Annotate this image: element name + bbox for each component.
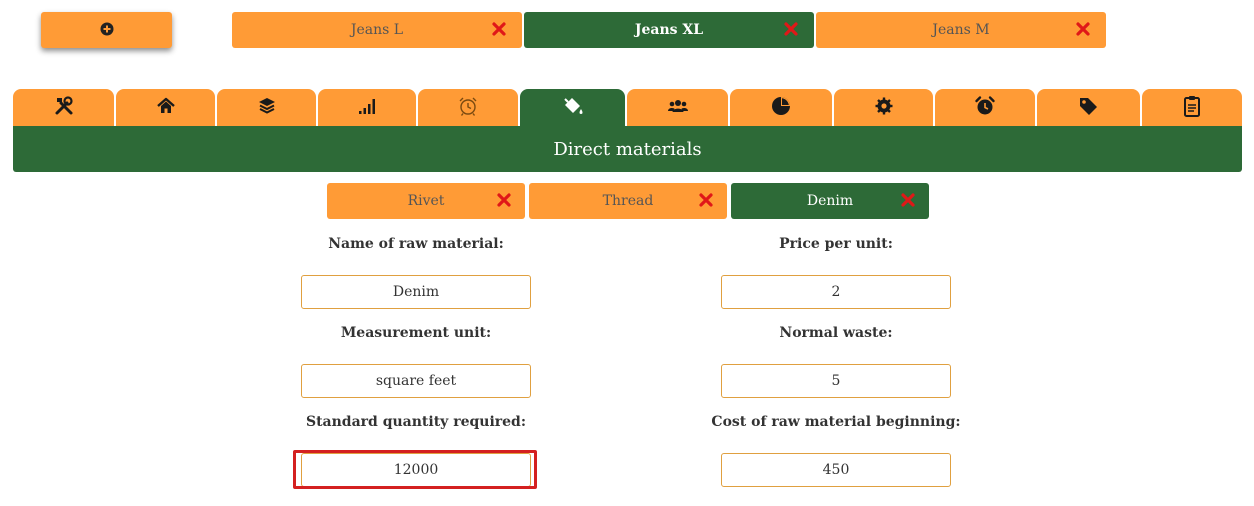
product-tab-label: Jeans M (932, 22, 990, 38)
nav-tab-users[interactable] (627, 89, 728, 127)
nav-tab-layers[interactable] (217, 89, 316, 127)
material-tab-thread[interactable]: Thread (529, 183, 727, 219)
add-product-button[interactable] (41, 12, 172, 48)
product-tab-jeans-xl[interactable]: Jeans XL (524, 12, 814, 48)
close-icon[interactable] (901, 193, 915, 207)
product-tab-label: Jeans XL (634, 22, 704, 38)
nav-tab-pie-chart[interactable] (730, 89, 832, 127)
clipboard-icon (1183, 95, 1201, 121)
nav-tab-alarm-outline[interactable] (418, 89, 518, 127)
nav-tab-home[interactable] (116, 89, 215, 127)
close-icon[interactable] (784, 22, 798, 36)
product-tab-jeans-m[interactable]: Jeans M (816, 12, 1106, 48)
layers-icon (257, 96, 277, 120)
material-tab-label: Thread (602, 193, 654, 209)
beginning-cost-input[interactable] (721, 453, 951, 487)
nav-tab-tags[interactable] (1037, 89, 1140, 127)
nav-tab-direct-materials[interactable] (520, 89, 625, 129)
normal-waste-input[interactable] (721, 364, 951, 398)
standard-quantity-input[interactable] (301, 453, 531, 487)
close-icon[interactable] (1076, 22, 1090, 36)
raw-material-name-input[interactable] (301, 275, 531, 309)
users-icon (667, 97, 689, 119)
nav-tab-alarm[interactable] (935, 89, 1035, 127)
product-tab-label: Jeans L (350, 22, 404, 38)
nav-tab-signal[interactable] (318, 89, 416, 127)
cost-label: Cost of raw material beginning: (711, 414, 961, 430)
name-label: Name of raw material: (328, 236, 504, 252)
nav-tab-clipboard[interactable] (1142, 89, 1242, 127)
product-tab-jeans-l[interactable]: Jeans L (232, 12, 522, 48)
close-icon[interactable] (497, 193, 511, 207)
measurement-unit-input[interactable] (301, 364, 531, 398)
tools-icon (54, 96, 74, 120)
unit-label: Measurement unit: (340, 325, 492, 341)
paint-bucket-icon (561, 96, 585, 122)
material-tab-rivet[interactable]: Rivet (327, 183, 525, 219)
alarm-clock-icon (974, 95, 996, 121)
material-tab-label: Denim (806, 193, 854, 209)
close-icon[interactable] (699, 193, 713, 207)
home-icon (156, 96, 176, 120)
nav-tab-tools[interactable] (13, 89, 114, 127)
alarm-clock-outline-icon (457, 95, 479, 121)
price-per-unit-input[interactable] (721, 275, 951, 309)
gear-icon (874, 96, 894, 120)
tags-icon (1078, 96, 1100, 120)
plus-circle-icon (100, 21, 114, 40)
material-tab-denim[interactable]: Denim (731, 183, 929, 219)
section-title: Direct materials (553, 138, 702, 160)
signal-bars-icon (357, 96, 377, 120)
nav-tab-settings[interactable] (834, 89, 933, 127)
pie-chart-icon (770, 95, 792, 121)
section-title-bar: Direct materials (13, 126, 1242, 172)
close-icon[interactable] (492, 22, 506, 36)
price-label: Price per unit: (779, 236, 893, 252)
material-tab-label: Rivet (407, 193, 445, 209)
quantity-label: Standard quantity required: (305, 414, 526, 430)
waste-label: Normal waste: (779, 325, 893, 341)
